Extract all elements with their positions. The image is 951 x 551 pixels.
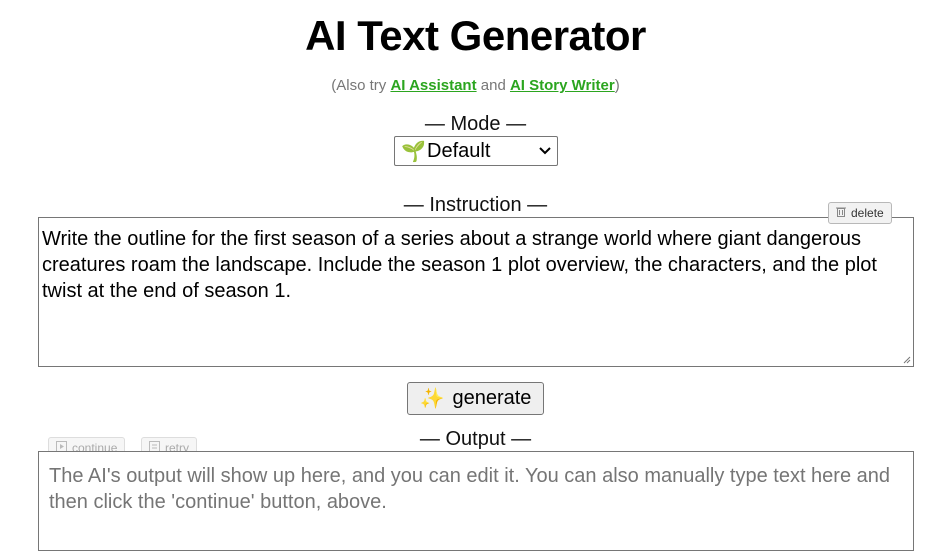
output-placeholder: The AI's output will show up here, and y… — [49, 465, 891, 513]
generate-button-label: generate — [452, 387, 532, 409]
page-subtitle: (Also try AI Assistant and AI Story Writ… — [0, 76, 951, 96]
trash-icon — [836, 206, 846, 220]
mode-label: — Mode — — [424, 113, 527, 135]
subtitle-and: and — [476, 77, 510, 94]
subtitle-suffix: ) — [614, 77, 620, 94]
resize-handle-icon[interactable] — [901, 354, 911, 364]
delete-button-label: delete — [851, 206, 884, 220]
instruction-label: — Instruction — — [403, 194, 548, 216]
sprout-icon: 🌱 — [401, 140, 426, 163]
output-textarea[interactable]: The AI's output will show up here, and y… — [38, 451, 914, 551]
mode-select[interactable]: 🌱 Default — [394, 136, 558, 166]
mode-selected-value: Default — [427, 139, 491, 162]
ai-assistant-link[interactable]: AI Assistant — [390, 77, 476, 94]
generate-button[interactable]: ✨ generate — [407, 382, 544, 415]
instruction-text: Write the outline for the first season o… — [42, 228, 877, 302]
sparkles-icon: ✨ — [419, 388, 445, 410]
ai-story-writer-link[interactable]: AI Story Writer — [510, 77, 615, 94]
chevron-down-icon — [537, 144, 551, 158]
page-title: AI Text Generator — [305, 12, 646, 59]
subtitle-prefix: (Also try — [331, 77, 391, 94]
instruction-textarea[interactable]: Write the outline for the first season o… — [38, 217, 914, 367]
delete-button[interactable]: delete — [828, 202, 892, 224]
